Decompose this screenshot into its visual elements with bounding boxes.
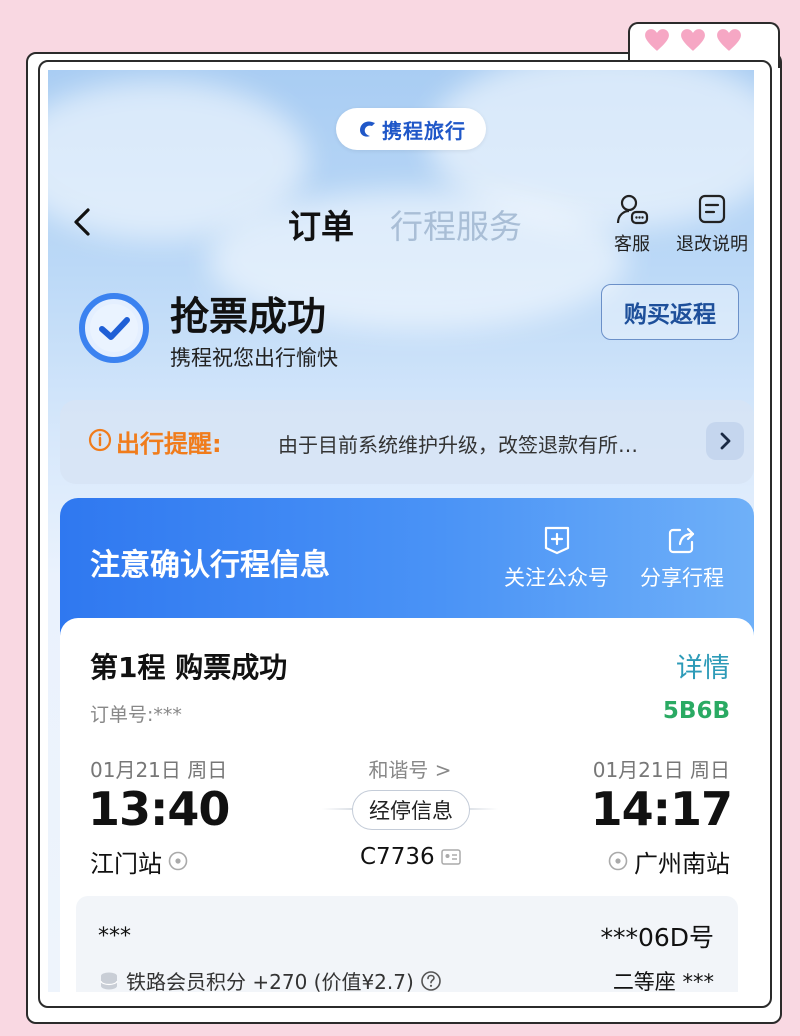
brand-name: 携程旅行 bbox=[382, 118, 466, 143]
location-pin-icon bbox=[168, 851, 188, 870]
location-pin-icon bbox=[608, 851, 628, 870]
notice-expand-button[interactable] bbox=[706, 422, 744, 460]
arrival-date: 01月21日 周日 bbox=[592, 758, 730, 782]
arrival-station[interactable]: 广州南站 bbox=[608, 844, 730, 879]
buy-return-button[interactable]: 购买返程 bbox=[601, 284, 739, 340]
heart-icon bbox=[645, 29, 669, 51]
member-points-text: 铁路会员积分 +270 (价值¥2.7) bbox=[126, 970, 414, 992]
refund-notes-label: 退改说明 bbox=[676, 234, 748, 255]
train-type-link[interactable]: 和谐号 > bbox=[360, 754, 460, 783]
train-number-text: C7736 bbox=[360, 844, 435, 870]
passenger-name: *** bbox=[98, 924, 131, 949]
customer-service-label: 客服 bbox=[614, 234, 650, 255]
train-number: C7736 bbox=[360, 844, 461, 870]
follow-account-icon bbox=[544, 526, 569, 555]
segment-card: 第1程 购票成功 详情 订单号:*** 5B6B 01月21日 周日 和谐号 >… bbox=[60, 618, 754, 992]
detail-link[interactable]: 详情 bbox=[676, 646, 730, 685]
seat-number: ***06D号 bbox=[600, 923, 714, 952]
order-number: 订单号:*** bbox=[90, 704, 182, 726]
follow-account-button[interactable]: 关注公众号 bbox=[504, 524, 609, 592]
follow-account-label: 关注公众号 bbox=[504, 566, 609, 590]
success-title: 抢票成功 bbox=[170, 295, 327, 340]
dolphin-logo-icon bbox=[360, 121, 375, 137]
tab-trip-service[interactable]: 行程服务 bbox=[390, 200, 522, 248]
notice-label: 出行提醒: bbox=[116, 430, 222, 458]
departure-station-name: 江门站 bbox=[90, 850, 162, 878]
travel-notice-bar[interactable]: 出行提醒: 由于目前系统维护升级，改签退款有所… bbox=[60, 400, 754, 484]
chevron-right-icon bbox=[720, 432, 731, 450]
success-subtitle: 携程祝您出行愉快 bbox=[170, 346, 338, 370]
brand-logo: 携程旅行 bbox=[336, 108, 486, 150]
passenger-seat-card: *** ***06D号 铁路会员积分 +270 (价值¥2.7) 二等座 *** bbox=[76, 896, 738, 992]
help-icon[interactable] bbox=[420, 970, 442, 992]
app-screen: 携程旅行 订单 行程服务 客服 退改说明 抢票成功 携程祝您出行愉快 购买返程 bbox=[48, 70, 754, 992]
customer-service-button[interactable]: 客服 bbox=[614, 192, 650, 256]
share-trip-button[interactable]: 分享行程 bbox=[640, 524, 724, 592]
heart-icon bbox=[717, 29, 741, 51]
order-code: 5B6B bbox=[662, 698, 730, 724]
departure-station[interactable]: 江门站 bbox=[90, 844, 188, 879]
share-trip-label: 分享行程 bbox=[640, 566, 724, 590]
departure-date: 01月21日 周日 bbox=[90, 758, 228, 782]
segment-title: 第1程 购票成功 bbox=[90, 651, 288, 684]
member-points[interactable]: 铁路会员积分 +270 (价值¥2.7) bbox=[98, 966, 442, 992]
trip-confirm-title: 注意确认行程信息 bbox=[90, 548, 330, 583]
departure-time: 13:40 bbox=[88, 782, 230, 836]
arrival-station-name: 广州南站 bbox=[634, 850, 730, 878]
info-icon bbox=[88, 428, 112, 452]
share-icon bbox=[668, 527, 695, 554]
id-card-icon bbox=[440, 849, 461, 865]
notice-text: 由于目前系统维护升级，改签退款有所… bbox=[278, 433, 638, 457]
heart-icon bbox=[681, 29, 705, 51]
seat-class: 二等座 *** bbox=[612, 970, 714, 992]
refund-notes-icon bbox=[698, 194, 726, 224]
tab-order[interactable]: 订单 bbox=[288, 200, 354, 248]
coin-stack-icon bbox=[100, 972, 118, 989]
back-arrow-icon[interactable] bbox=[66, 202, 100, 242]
stop-info-button[interactable]: 经停信息 bbox=[352, 790, 470, 830]
success-check-icon bbox=[79, 293, 149, 363]
arrival-time: 14:17 bbox=[590, 782, 733, 836]
customer-service-icon bbox=[616, 194, 649, 225]
refund-notes-button[interactable]: 退改说明 bbox=[676, 192, 748, 256]
